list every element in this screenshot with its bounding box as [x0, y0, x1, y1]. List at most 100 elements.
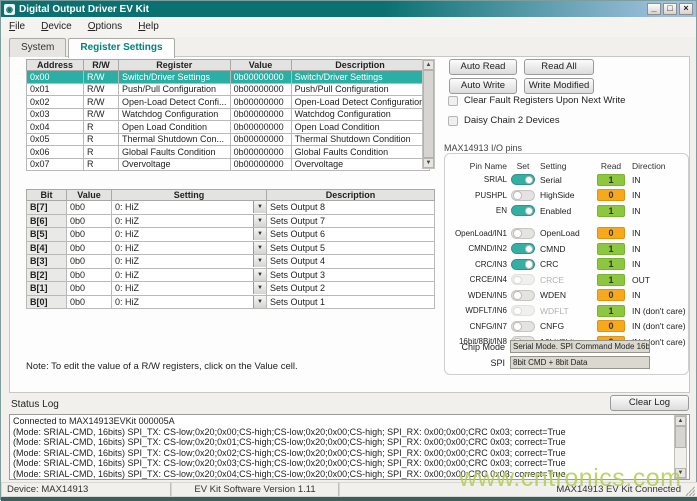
register-row[interactable]: 0x02R/WOpen-Load Detect Confi...0b000000…: [27, 96, 430, 109]
dropdown-arrow-icon[interactable]: ▼: [253, 255, 266, 267]
bit-label-cell: B[1]: [27, 282, 67, 296]
menu-item-options[interactable]: Options: [88, 21, 122, 32]
bit-setting-dropdown[interactable]: 0: HiZ▼: [112, 268, 267, 282]
dropdown-arrow-icon[interactable]: ▼: [253, 242, 266, 254]
register-row[interactable]: 0x03R/WWatchdog Configuration0b00000000W…: [27, 108, 430, 121]
dropdown-arrow-icon[interactable]: ▼: [253, 228, 266, 240]
register-cell: R: [84, 158, 119, 171]
pin-toggle-switch[interactable]: [511, 228, 535, 239]
menu-item-file[interactable]: File: [9, 21, 25, 32]
register-cell[interactable]: 0b00000000: [230, 133, 291, 146]
pin-toggle-switch: [511, 305, 535, 316]
bit-setting-dropdown[interactable]: 0: HiZ▼: [112, 241, 267, 255]
scroll-up-icon[interactable]: ▲: [675, 416, 686, 426]
maximize-button[interactable]: □: [663, 3, 677, 15]
dropdown-arrow-icon[interactable]: ▼: [253, 201, 266, 213]
menu-item-device[interactable]: Device: [41, 21, 72, 32]
menu-item-help[interactable]: Help: [138, 21, 159, 32]
auto-write-button[interactable]: Auto Write: [449, 78, 517, 94]
register-cell[interactable]: 0b00000000: [230, 96, 291, 109]
pin-name-label: PUSHPL: [447, 191, 507, 200]
dropdown-arrow-icon[interactable]: ▼: [253, 215, 266, 227]
status-log-label: Status Log: [11, 399, 59, 410]
register-cell: Open-Load Detect Confi...: [119, 96, 231, 109]
chip-mode-value: Serial Mode. SPI Command Mode 16bit: [510, 340, 650, 353]
bit-setting-value: 0: HiZ: [112, 270, 253, 280]
tab-register-settings[interactable]: Register Settings: [68, 38, 174, 58]
bit-setting-dropdown[interactable]: 0: HiZ▼: [112, 282, 267, 296]
minimize-button[interactable]: _: [647, 3, 661, 15]
auto-read-button[interactable]: Auto Read: [449, 59, 517, 75]
register-cell: Push/Pull Configuration: [291, 83, 429, 96]
pin-toggle-switch[interactable]: [511, 259, 535, 270]
dropdown-arrow-icon[interactable]: ▼: [253, 296, 266, 308]
register-row[interactable]: 0x06RGlobal Faults Condition0b00000000Gl…: [27, 146, 430, 159]
clear-log-button[interactable]: Clear Log: [610, 395, 689, 411]
register-column-header: R/W: [84, 60, 119, 71]
close-button[interactable]: ×: [679, 3, 693, 15]
register-cell[interactable]: 0b00000000: [230, 121, 291, 134]
bit-description-cell: Sets Output 3: [267, 268, 435, 282]
pin-direction-label: OUT: [632, 275, 650, 285]
bit-setting-dropdown[interactable]: 0: HiZ▼: [112, 228, 267, 242]
pin-toggle-switch[interactable]: [511, 190, 535, 201]
register-row[interactable]: 0x00R/WSwitch/Driver Settings0b00000000S…: [27, 71, 430, 84]
chip-mode-label: Chip Mode: [447, 342, 505, 352]
register-row[interactable]: 0x04ROpen Load Condition0b00000000Open L…: [27, 121, 430, 134]
checkbox-row-1[interactable]: Daisy Chain 2 Devices: [448, 115, 625, 126]
register-table-scrollbar[interactable]: ▲ ▼: [422, 59, 435, 169]
status-log-line: (Mode: SRIAL-CMD, 16bits) SPI_TX: CS-low…: [13, 469, 686, 480]
dropdown-arrow-icon[interactable]: ▼: [253, 269, 266, 281]
checkbox-row-0[interactable]: Clear Fault Registers Upon Next Write: [448, 95, 625, 106]
status-log-box[interactable]: Connected to MAX14913EVKit 000005A(Mode:…: [9, 414, 690, 480]
register-cell[interactable]: 0b00000000: [230, 71, 291, 84]
bit-setting-dropdown[interactable]: 0: HiZ▼: [112, 295, 267, 309]
scrollbar-thumb[interactable]: [423, 70, 434, 158]
register-cell[interactable]: 0b00000000: [230, 83, 291, 96]
bit-setting-value: 0: HiZ: [112, 202, 253, 212]
register-cell[interactable]: 0b00000000: [230, 108, 291, 121]
bit-description-cell: Sets Output 2: [267, 282, 435, 296]
register-cell: R: [84, 133, 119, 146]
pin-read-badge: 0: [597, 227, 625, 239]
scroll-down-icon[interactable]: ▼: [675, 468, 686, 478]
bit-setting-dropdown[interactable]: 0: HiZ▼: [112, 214, 267, 228]
scroll-down-icon[interactable]: ▼: [423, 158, 434, 168]
checkbox[interactable]: [448, 116, 458, 126]
resize-grip[interactable]: [683, 483, 695, 496]
register-row[interactable]: 0x07ROvervoltage0b00000000Overvoltage: [27, 158, 430, 171]
bit-description-cell: Sets Output 4: [267, 255, 435, 269]
read-all-button[interactable]: Read All: [524, 59, 594, 75]
status-log-scrollbar[interactable]: ▲ ▼: [674, 415, 687, 479]
pin-direction-label: IN: [632, 228, 641, 238]
pin-toggle-switch[interactable]: [511, 243, 535, 254]
tab-system[interactable]: System: [9, 38, 66, 57]
dropdown-arrow-icon[interactable]: ▼: [253, 282, 266, 294]
pin-toggle-switch[interactable]: [511, 321, 535, 332]
write-modified-button[interactable]: Write Modified: [524, 78, 594, 94]
bit-value-cell: 0b0: [67, 201, 112, 215]
register-cell: Open Load Condition: [119, 121, 231, 134]
register-cell: 0x02: [27, 96, 84, 109]
checkbox[interactable]: [448, 96, 458, 106]
scrollbar-thumb[interactable]: [675, 426, 686, 448]
io-pins-column-header: Setting: [540, 161, 595, 171]
scroll-up-icon[interactable]: ▲: [423, 60, 434, 70]
pin-toggle-switch: [511, 274, 535, 285]
register-cell[interactable]: 0b00000000: [230, 158, 291, 171]
register-cell[interactable]: 0b00000000: [230, 146, 291, 159]
pin-read-badge: 0: [597, 289, 625, 301]
pin-toggle-switch[interactable]: [511, 174, 535, 185]
pin-setting-label: Serial: [540, 175, 595, 185]
register-row[interactable]: 0x05RThermal Shutdown Con...0b00000000Th…: [27, 133, 430, 146]
pin-direction-label: IN: [632, 244, 641, 254]
app-icon: ◉: [4, 4, 15, 15]
io-pin-row: OpenLoad/IN1OpenLoad0IN: [447, 226, 686, 242]
bit-setting-dropdown[interactable]: 0: HiZ▼: [112, 255, 267, 269]
register-cell: R/W: [84, 71, 119, 84]
register-row[interactable]: 0x01R/WPush/Pull Configuration0b00000000…: [27, 83, 430, 96]
pin-toggle-switch[interactable]: [511, 205, 535, 216]
bit-setting-dropdown[interactable]: 0: HiZ▼: [112, 201, 267, 215]
io-pin-row: WDEN/IN5WDEN0IN: [447, 288, 686, 304]
pin-toggle-switch[interactable]: [511, 290, 535, 301]
